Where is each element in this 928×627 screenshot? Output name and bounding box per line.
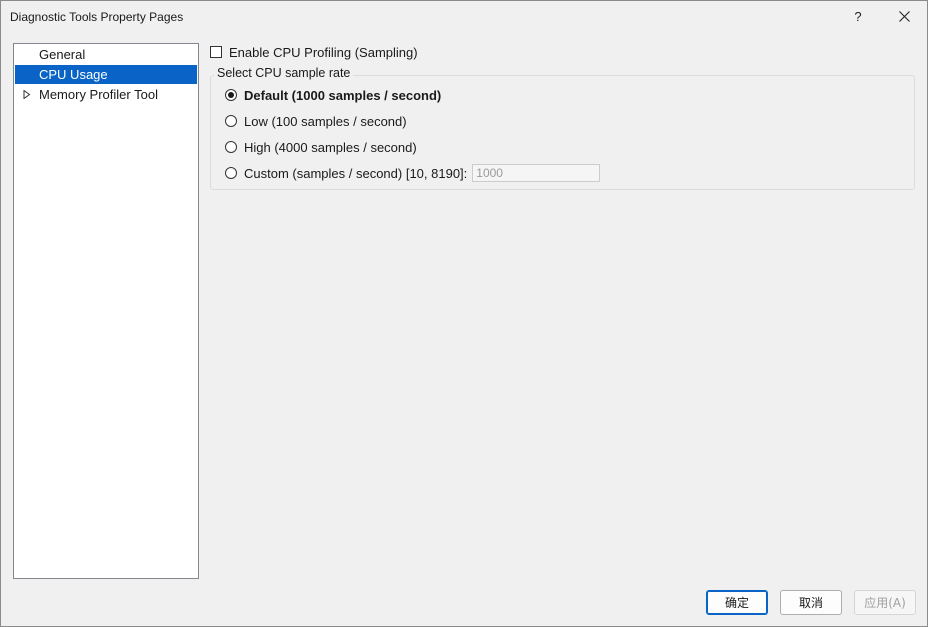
radio-low-button[interactable] (225, 115, 237, 127)
window-title: Diagnostic Tools Property Pages (10, 10, 184, 24)
enable-cpu-profiling-label[interactable]: Enable CPU Profiling (Sampling) (229, 45, 418, 60)
property-pages-dialog: Diagnostic Tools Property Pages ? Genera… (0, 0, 928, 627)
radio-custom-label[interactable]: Custom (samples / second) [10, 8190]: (244, 166, 467, 181)
radio-default-button[interactable] (225, 89, 237, 101)
tree-item-label: General (39, 47, 86, 62)
radio-low[interactable]: Low (100 samples / second) (225, 113, 407, 129)
tree-item-cpu-usage[interactable]: CPU Usage (15, 65, 197, 84)
close-icon (898, 11, 910, 22)
custom-sample-rate-input[interactable] (472, 164, 601, 182)
radio-custom-button[interactable] (225, 167, 237, 179)
help-icon: ? (854, 9, 862, 24)
cpu-usage-page: Enable CPU Profiling (Sampling) Select C… (209, 43, 919, 193)
radio-low-label[interactable]: Low (100 samples / second) (244, 114, 407, 129)
enable-cpu-profiling-checkbox-row[interactable]: Enable CPU Profiling (Sampling) (210, 44, 418, 60)
tree-item-general[interactable]: General (15, 45, 197, 64)
tree-item-label: CPU Usage (39, 67, 108, 82)
radio-high[interactable]: High (4000 samples / second) (225, 139, 417, 155)
sample-rate-group-title: Select CPU sample rate (214, 66, 354, 80)
radio-default-label[interactable]: Default (1000 samples / second) (244, 88, 441, 103)
radio-high-button[interactable] (225, 141, 237, 153)
title-bar: Diagnostic Tools Property Pages ? (1, 1, 927, 33)
category-tree[interactable]: General CPU Usage Memory Profiler Tool (13, 43, 199, 579)
radio-custom[interactable]: Custom (samples / second) [10, 8190]: (225, 164, 601, 182)
ok-button[interactable]: 确定 (706, 590, 768, 615)
radio-high-label[interactable]: High (4000 samples / second) (244, 140, 417, 155)
enable-cpu-profiling-checkbox[interactable] (210, 46, 222, 58)
close-button[interactable] (881, 1, 927, 32)
cancel-button[interactable]: 取消 (780, 590, 842, 615)
tree-item-label: Memory Profiler Tool (39, 87, 158, 102)
apply-button[interactable]: 应用(A) (854, 590, 916, 615)
help-button[interactable]: ? (835, 1, 881, 32)
radio-default[interactable]: Default (1000 samples / second) (225, 87, 441, 103)
expand-arrow-icon[interactable] (23, 90, 31, 99)
tree-item-memory-profiler-tool[interactable]: Memory Profiler Tool (15, 85, 197, 104)
